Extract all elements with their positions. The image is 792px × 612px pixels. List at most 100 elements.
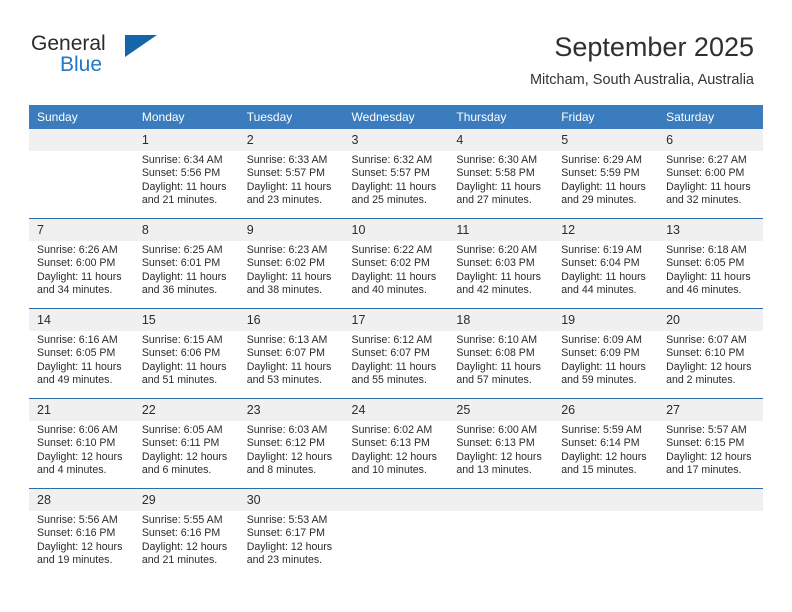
calendar-day-cell[interactable]: 8 Sunrise: 6:25 AM Sunset: 6:01 PM Daylight… [133, 218, 239, 309]
sunset-text: Sunset: 6:05 PM [666, 257, 745, 270]
calendar-day-cell[interactable]: 3 Sunrise: 6:32 AM Sunset: 5:57 PM Daylight… [343, 129, 449, 219]
calendar-day-cell[interactable]: 18 Sunrise: 6:10 AM Sunset: 6:08 PM Dayligh… [448, 308, 554, 399]
calendar-day-cell[interactable]: 20 Sunrise: 6:07 AM Sunset: 6:10 PM Dayligh… [658, 308, 763, 399]
daylight-text-line2: and 40 minutes. [351, 284, 427, 297]
calendar-day-cell-empty [448, 488, 554, 578]
day-details: Sunrise: 6:05 AM Sunset: 6:11 PM Daylight:… [134, 421, 239, 478]
daylight-text-line1: Daylight: 11 hours [141, 180, 227, 193]
sunset-text: Sunset: 6:09 PM [561, 347, 640, 360]
calendar-day-cell[interactable]: 12 Sunrise: 6:19 AM Sunset: 6:04 PM Dayligh… [553, 218, 659, 309]
sunset-text: Sunset: 5:58 PM [456, 167, 535, 180]
calendar-day-cell[interactable]: 5 Sunrise: 6:29 AM Sunset: 5:59 PM Daylight… [553, 129, 659, 219]
calendar-day-cell[interactable]: 14 Sunrise: 6:16 AM Sunset: 6:05 PM Dayligh… [29, 308, 134, 399]
day-details: Sunrise: 6:32 AM Sunset: 5:57 PM Daylight:… [344, 151, 449, 208]
calendar-day-cell[interactable]: 4 Sunrise: 6:30 AM Sunset: 5:58 PM Daylight… [448, 129, 554, 219]
day-number: 10 [343, 219, 449, 241]
day-number: 8 [133, 219, 239, 241]
calendar-day-cell-empty [29, 129, 134, 219]
sunset-text: Sunset: 6:16 PM [141, 527, 221, 540]
sunrise-text: Sunrise: 6:02 AM [351, 424, 433, 436]
day-details: Sunrise: 6:27 AM Sunset: 6:00 PM Daylight:… [658, 151, 763, 208]
calendar-day-cell[interactable]: 30 Sunrise: 5:53 AM Sunset: 6:17 PM Dayligh… [238, 488, 344, 578]
calendar-day-cell[interactable]: 25 Sunrise: 6:00 AM Sunset: 6:13 PM Dayligh… [448, 398, 554, 489]
sunrise-text: Sunrise: 6:09 AM [561, 334, 642, 346]
day-number: 17 [343, 309, 449, 331]
day-number: 12 [553, 219, 659, 241]
day-number [448, 489, 554, 511]
sunset-text: Sunset: 6:02 PM [351, 257, 430, 270]
sunrise-text: Sunrise: 6:34 AM [141, 154, 223, 166]
sunrise-text: Sunrise: 6:00 AM [456, 424, 538, 436]
sunrise-text: Sunrise: 6:19 AM [561, 244, 642, 256]
daylight-text-line2: and 42 minutes. [456, 284, 532, 297]
calendar-day-cell[interactable]: 1 Sunrise: 6:34 AM Sunset: 5:56 PM Daylight… [133, 129, 239, 219]
weekday-header-saturday: Saturday [658, 105, 763, 129]
page-header: General Blue September 2025 Mitcham, Sou… [0, 0, 792, 100]
calendar-day-cell[interactable]: 6 Sunrise: 6:27 AM Sunset: 6:00 PM Daylight… [658, 129, 763, 219]
sunset-text: Sunset: 5:57 PM [351, 167, 430, 180]
calendar-day-cell[interactable]: 10 Sunrise: 6:22 AM Sunset: 6:02 PM Dayligh… [343, 218, 449, 309]
daylight-text-line1: Daylight: 11 hours [666, 180, 751, 193]
day-number: 3 [343, 129, 449, 151]
day-number: 26 [553, 399, 659, 421]
sunrise-text: Sunrise: 5:56 AM [37, 514, 118, 526]
calendar-day-cell[interactable]: 23 Sunrise: 6:03 AM Sunset: 6:12 PM Dayligh… [238, 398, 344, 489]
calendar-day-cell[interactable]: 28 Sunrise: 5:56 AM Sunset: 6:16 PM Dayligh… [29, 488, 134, 578]
daylight-text-line2: and 44 minutes. [561, 284, 637, 297]
calendar-day-cell[interactable]: 16 Sunrise: 6:13 AM Sunset: 6:07 PM Dayligh… [238, 308, 344, 399]
sunset-text: Sunset: 6:15 PM [666, 437, 745, 450]
day-number: 27 [658, 399, 763, 421]
sunset-text: Sunset: 6:11 PM [141, 437, 220, 450]
daylight-text-line1: Daylight: 12 hours [141, 540, 228, 553]
day-details: Sunrise: 6:02 AM Sunset: 6:13 PM Daylight:… [344, 421, 449, 478]
sunrise-text: Sunrise: 5:59 AM [561, 424, 642, 436]
day-details: Sunrise: 6:29 AM Sunset: 5:59 PM Daylight:… [553, 151, 658, 208]
calendar-day-cell[interactable]: 29 Sunrise: 5:55 AM Sunset: 6:16 PM Dayligh… [133, 488, 239, 578]
sunrise-text: Sunrise: 6:26 AM [37, 244, 118, 256]
daylight-text-line1: Daylight: 11 hours [37, 270, 122, 283]
day-number: 2 [238, 129, 344, 151]
calendar-day-cell-empty [658, 488, 763, 578]
calendar-day-cell[interactable]: 9 Sunrise: 6:23 AM Sunset: 6:02 PM Daylight… [238, 218, 344, 309]
weekday-header-row: Sunday Monday Tuesday Wednesday Thursday… [29, 105, 763, 129]
calendar-day-cell[interactable]: 15 Sunrise: 6:15 AM Sunset: 6:06 PM Dayligh… [133, 308, 239, 399]
sunrise-text: Sunrise: 6:13 AM [246, 334, 328, 346]
calendar-day-cell[interactable]: 27 Sunrise: 5:57 AM Sunset: 6:15 PM Dayligh… [658, 398, 763, 489]
calendar-day-cell[interactable]: 2 Sunrise: 6:33 AM Sunset: 5:57 PM Daylight… [238, 129, 344, 219]
calendar-day-cell[interactable]: 22 Sunrise: 6:05 AM Sunset: 6:11 PM Dayligh… [133, 398, 239, 489]
daylight-text-line1: Daylight: 12 hours [37, 450, 123, 463]
day-number: 6 [658, 129, 763, 151]
day-details: Sunrise: 6:15 AM Sunset: 6:06 PM Daylight:… [134, 331, 239, 388]
daylight-text-line1: Daylight: 11 hours [246, 270, 332, 283]
day-number: 25 [448, 399, 554, 421]
sunset-text: Sunset: 6:03 PM [456, 257, 535, 270]
daylight-text-line1: Daylight: 11 hours [456, 180, 541, 193]
calendar-day-cell-empty [553, 488, 659, 578]
calendar-day-cell[interactable]: 17 Sunrise: 6:12 AM Sunset: 6:07 PM Dayligh… [343, 308, 449, 399]
sunrise-text: Sunrise: 6:10 AM [456, 334, 538, 346]
day-details: Sunrise: 6:19 AM Sunset: 6:04 PM Daylight:… [553, 241, 658, 298]
calendar-week-row: 7 Sunrise: 6:26 AM Sunset: 6:00 PM Daylight… [29, 218, 763, 309]
daylight-text-line2: and 29 minutes. [561, 194, 637, 207]
calendar-day-cell[interactable]: 7 Sunrise: 6:26 AM Sunset: 6:00 PM Daylight… [29, 218, 134, 309]
day-details: Sunrise: 6:13 AM Sunset: 6:07 PM Daylight:… [239, 331, 344, 388]
calendar-day-cell[interactable]: 26 Sunrise: 5:59 AM Sunset: 6:14 PM Dayligh… [553, 398, 659, 489]
day-details: Sunrise: 6:16 AM Sunset: 6:05 PM Daylight:… [29, 331, 134, 388]
daylight-text-line2: and 53 minutes. [246, 374, 323, 387]
calendar-day-cell[interactable]: 13 Sunrise: 6:18 AM Sunset: 6:05 PM Dayligh… [658, 218, 763, 309]
sunset-text: Sunset: 6:06 PM [141, 347, 221, 360]
daylight-text-line1: Daylight: 11 hours [456, 270, 541, 283]
calendar-day-cell[interactable]: 24 Sunrise: 6:02 AM Sunset: 6:13 PM Dayligh… [343, 398, 449, 489]
daylight-text-line2: and 36 minutes. [141, 284, 218, 297]
day-number [29, 129, 134, 151]
sunrise-text: Sunrise: 5:57 AM [666, 424, 747, 436]
calendar-day-cell[interactable]: 19 Sunrise: 6:09 AM Sunset: 6:09 PM Dayligh… [553, 308, 659, 399]
day-number: 20 [658, 309, 763, 331]
brand-logo[interactable]: General Blue [31, 32, 231, 82]
calendar-day-cell[interactable]: 21 Sunrise: 6:06 AM Sunset: 6:10 PM Dayligh… [29, 398, 134, 489]
day-number: 29 [133, 489, 239, 511]
day-number [343, 489, 449, 511]
calendar-day-cell[interactable]: 11 Sunrise: 6:20 AM Sunset: 6:03 PM Dayligh… [448, 218, 554, 309]
day-number: 16 [238, 309, 344, 331]
day-number: 15 [133, 309, 239, 331]
